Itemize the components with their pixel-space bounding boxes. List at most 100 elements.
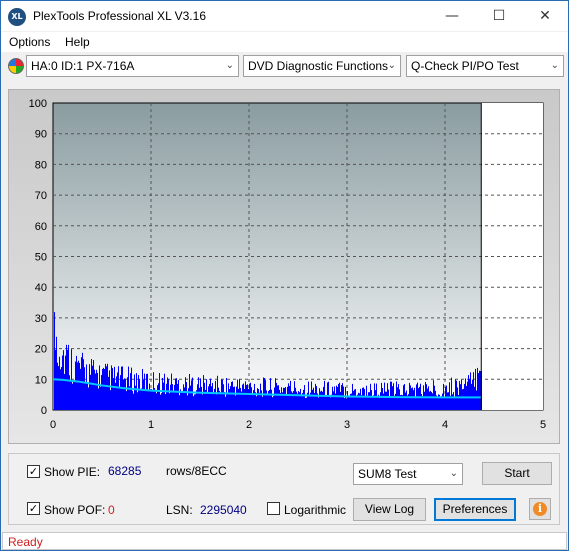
minimize-button[interactable]: — [429, 1, 475, 31]
pie-bar [100, 386, 101, 410]
y-tick-label: 30 [35, 313, 47, 325]
pie-bar [130, 373, 131, 410]
pie-bar [85, 383, 86, 410]
pie-bar [276, 382, 277, 410]
pie-bar [183, 384, 184, 410]
pie-bar [283, 387, 284, 410]
pie-bar [304, 385, 305, 410]
pie-bar [235, 395, 236, 410]
preferences-button[interactable]: Preferences [434, 498, 516, 521]
close-button[interactable]: ✕ [522, 1, 568, 31]
sum8-test-select[interactable]: SUM8 Test ⌄ [353, 463, 463, 485]
pie-bar [475, 368, 476, 410]
y-tick-label: 70 [35, 190, 47, 202]
show-pof-checkbox[interactable]: ✓ [27, 502, 40, 515]
pie-bar [258, 388, 259, 410]
pie-bar [414, 387, 415, 410]
info-icon: i [533, 502, 547, 516]
pie-bar [245, 381, 246, 410]
pie-bar [170, 384, 171, 410]
pie-bar [99, 365, 100, 410]
pie-bar [57, 362, 58, 410]
logarithmic-checkbox[interactable] [267, 502, 280, 515]
pie-bar [419, 386, 420, 410]
pie-bar [75, 361, 76, 410]
view-log-button[interactable]: View Log [353, 498, 426, 521]
pie-bar [472, 379, 473, 410]
window-title: PlexTools Professional XL V3.16 [33, 9, 206, 23]
status-bar: Ready [2, 532, 567, 550]
pie-bar [200, 378, 201, 410]
pie-bar [247, 384, 248, 410]
pie-bar [322, 391, 323, 410]
pie-bar [77, 362, 78, 410]
pie-bar [236, 386, 237, 410]
pie-bar [167, 377, 168, 410]
pie-bar [92, 365, 93, 410]
pie-bar [140, 389, 141, 410]
pie-bar [163, 382, 164, 410]
pi-po-chart: 0 10 20 30 40 50 60 70 80 90 100 0 1 2 3 4 5 [29, 98, 546, 431]
title-bar[interactable]: XL PlexTools Professional XL V3.16 — ☐ ✕ [1, 1, 568, 31]
maximize-button[interactable]: ☐ [476, 1, 522, 31]
pie-bar [424, 391, 425, 410]
pie-bar [326, 396, 327, 410]
pie-bar [114, 366, 115, 410]
start-button[interactable]: Start [482, 462, 552, 485]
pie-unit: rows/8ECC [166, 464, 227, 478]
pie-bar [329, 395, 330, 410]
pie-bar [246, 384, 247, 410]
y-tick-label: 90 [35, 129, 47, 141]
pie-bar [456, 380, 457, 410]
pie-bar [137, 392, 138, 410]
pie-bar [129, 386, 130, 410]
pie-bar [301, 396, 302, 410]
pie-bar [209, 383, 210, 410]
pie-bar [194, 394, 195, 410]
pie-bar [444, 397, 445, 410]
pie-bar [316, 386, 317, 410]
pie-bar [144, 373, 145, 410]
pie-bar [201, 386, 202, 410]
pie-bar [68, 344, 69, 410]
pie-bar [149, 383, 150, 410]
drive-select[interactable]: HA:0 ID:1 PX-716A ⌄ [26, 55, 239, 77]
pie-bar [150, 389, 151, 410]
pie-bar [227, 394, 228, 410]
pie-bar [349, 396, 350, 410]
y-tick-label: 80 [35, 159, 47, 171]
pie-bar [344, 398, 345, 410]
pie-bar [366, 385, 367, 410]
pie-bar [54, 312, 55, 410]
pie-bar [98, 388, 99, 410]
pie-bar [300, 388, 301, 410]
pie-bar [155, 390, 156, 410]
pie-bar [412, 387, 413, 410]
pie-bar [449, 382, 450, 410]
menu-help[interactable]: Help [65, 35, 90, 49]
info-button[interactable]: i [529, 498, 551, 520]
pie-bar [448, 392, 449, 410]
pie-bar [470, 372, 471, 410]
pie-bar [146, 374, 147, 410]
pie-bar [204, 382, 205, 410]
test-select[interactable]: Q-Check PI/PO Test ⌄ [406, 55, 564, 77]
pie-bar [242, 384, 243, 410]
pie-bar [319, 388, 320, 410]
function-select[interactable]: DVD Diagnostic Functions ⌄ [243, 55, 401, 77]
show-pie-checkbox[interactable]: ✓ [27, 465, 40, 478]
pie-bar [343, 386, 344, 410]
pie-bar [267, 393, 268, 410]
pie-bar [125, 378, 126, 410]
pie-bar [79, 362, 80, 410]
pie-bar [152, 391, 153, 410]
chevron-down-icon: ⌄ [449, 468, 458, 479]
pie-bar [70, 379, 71, 410]
menu-options[interactable]: Options [9, 35, 50, 49]
pie-bar [254, 383, 255, 410]
pie-bar [111, 365, 112, 410]
pie-bar [96, 369, 97, 410]
pie-bar [347, 391, 348, 410]
pie-bar [108, 376, 109, 410]
pie-bar [231, 381, 232, 410]
